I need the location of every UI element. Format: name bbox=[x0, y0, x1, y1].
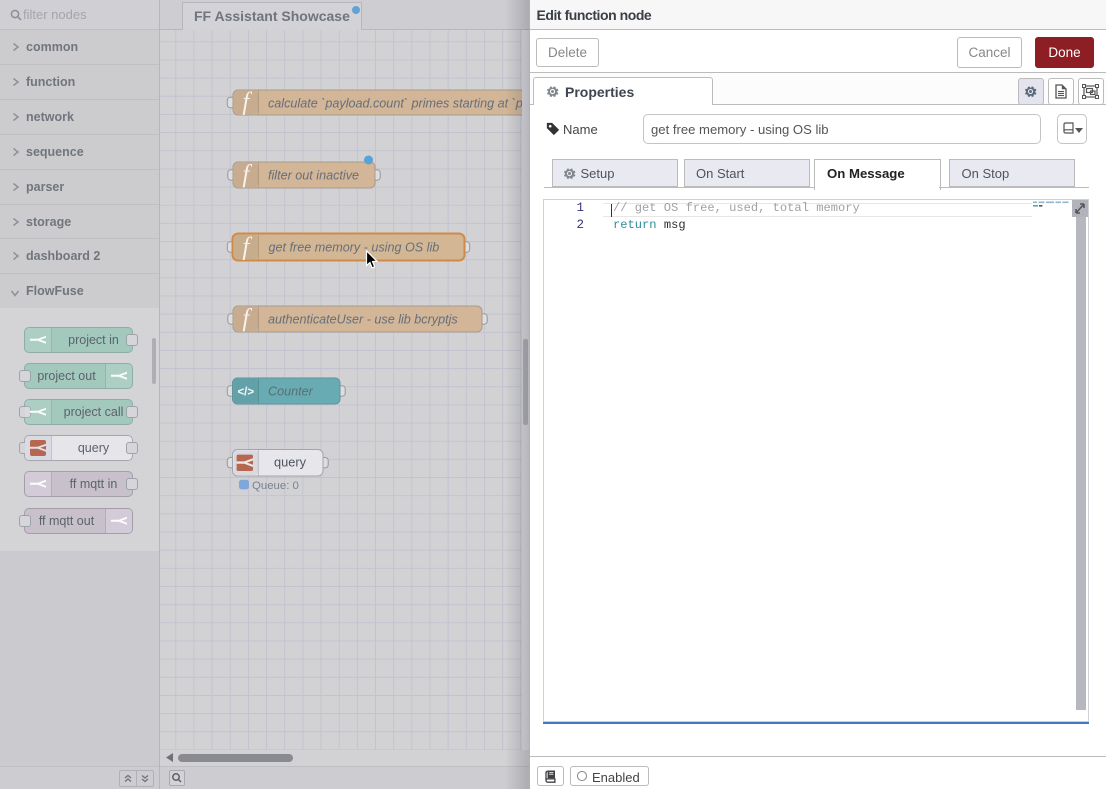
svg-text:filter out inactive: filter out inactive bbox=[268, 169, 359, 183]
svg-text:get free memory - using OS lib: get free memory - using OS lib bbox=[269, 241, 440, 255]
svg-text:Counter: Counter bbox=[268, 385, 314, 399]
svg-text:calculate `payload.count` prim: calculate `payload.count` primes startin… bbox=[268, 97, 522, 111]
svg-text:authenticateUser - use lib bcr: authenticateUser - use lib bcryptjs bbox=[268, 313, 458, 327]
svg-text:Queue: 0: Queue: 0 bbox=[252, 480, 299, 492]
svg-text:query: query bbox=[274, 455, 307, 470]
svg-text:</>: </> bbox=[237, 387, 254, 399]
